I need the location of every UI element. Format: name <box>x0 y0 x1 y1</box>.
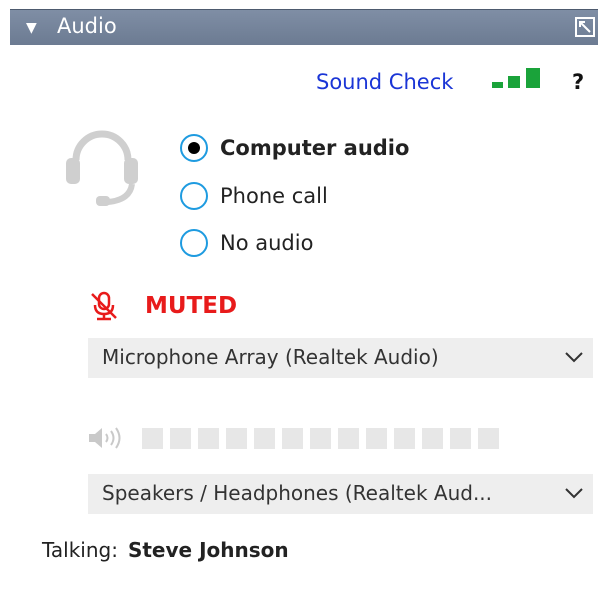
level-segment <box>198 428 219 449</box>
radio-button[interactable] <box>180 229 208 257</box>
option-no-audio[interactable]: No audio <box>180 227 313 259</box>
radio-button[interactable] <box>180 182 208 210</box>
speaker-select[interactable]: Speakers / Headphones (Realtek Aud... <box>88 474 593 514</box>
caret-down-icon[interactable]: ▼ <box>26 20 37 36</box>
level-segment <box>422 428 443 449</box>
option-label: Phone call <box>220 184 328 208</box>
level-segment <box>366 428 387 449</box>
panel-title: Audio <box>57 14 117 38</box>
mute-status[interactable]: MUTED <box>88 288 237 324</box>
speaker-level-meter <box>142 428 499 449</box>
option-label: No audio <box>220 231 314 255</box>
speaker-device: Speakers / Headphones (Realtek Aud... <box>102 481 493 505</box>
headset-icon <box>66 130 138 206</box>
talking-indicator: Talking: Steve Johnson <box>42 538 289 562</box>
microphone-select[interactable]: Microphone Array (Realtek Audio) <box>88 338 593 378</box>
speaker-icon <box>89 427 121 449</box>
radio-button[interactable] <box>180 134 208 162</box>
microphone-device: Microphone Array (Realtek Audio) <box>102 345 439 369</box>
option-computer-audio[interactable]: Computer audio <box>180 132 409 164</box>
level-segment <box>310 428 331 449</box>
level-segment <box>450 428 471 449</box>
help-button[interactable]: ? <box>572 70 584 94</box>
chevron-down-icon[interactable] <box>565 351 583 363</box>
level-segment <box>142 428 163 449</box>
option-label: Computer audio <box>220 136 410 160</box>
chevron-down-icon[interactable] <box>565 487 583 499</box>
signal-bars-icon <box>492 68 540 88</box>
level-segment <box>254 428 275 449</box>
popout-icon[interactable] <box>574 16 596 38</box>
talking-label: Talking: <box>42 538 118 562</box>
level-segment <box>338 428 359 449</box>
level-segment <box>478 428 499 449</box>
muted-label: MUTED <box>145 293 238 319</box>
muted-mic-icon[interactable] <box>88 290 120 322</box>
option-phone-call[interactable]: Phone call <box>180 180 328 212</box>
sound-check-link[interactable]: Sound Check <box>316 70 453 94</box>
audio-panel-header[interactable]: ▼ Audio <box>10 9 598 45</box>
level-segment <box>394 428 415 449</box>
level-segment <box>170 428 191 449</box>
level-segment <box>282 428 303 449</box>
talking-name: Steve Johnson <box>127 538 289 562</box>
level-segment <box>226 428 247 449</box>
